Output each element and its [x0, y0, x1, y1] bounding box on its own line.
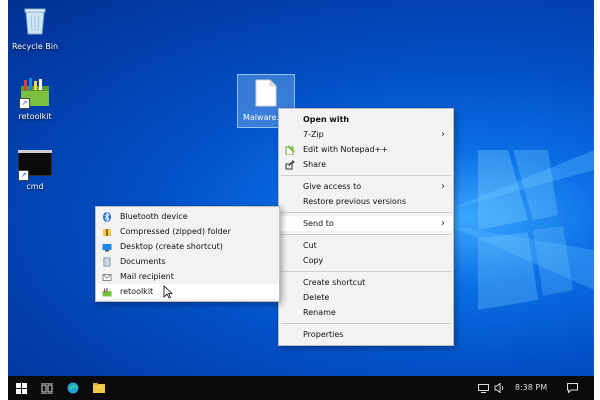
retoolkit-label: retoolkit [18, 112, 52, 121]
menu-item-label: Properties [303, 330, 344, 339]
send-to-bluetooth[interactable]: Bluetooth device [96, 209, 279, 224]
file-explorer-taskbar-button[interactable] [90, 380, 108, 396]
edge-icon [67, 382, 79, 394]
menu-separator [281, 323, 451, 324]
speaker-icon [494, 382, 503, 394]
windows-logo-icon [15, 383, 27, 394]
share-icon [285, 160, 295, 170]
send-to-retoolkit[interactable]: retoolkit [96, 284, 279, 299]
menu-item-label: Delete [303, 293, 330, 302]
chevron-right-icon: › [441, 129, 445, 140]
retoolkit-icon [102, 287, 112, 297]
menu-separator [281, 212, 451, 213]
menu-item-delete[interactable]: Delete [279, 290, 453, 305]
task-view-button[interactable] [38, 380, 56, 396]
menu-item-cut[interactable]: Cut [279, 238, 453, 253]
menu-item-label: Bluetooth device [120, 212, 188, 221]
mail-icon [102, 272, 112, 282]
volume-tray-icon[interactable] [492, 380, 506, 396]
start-button[interactable] [12, 380, 30, 396]
menu-item-label: Give access to [303, 182, 362, 191]
menu-item-send-to[interactable]: Send to › [279, 216, 453, 231]
taskbar-clock[interactable]: 8:38 PM [508, 380, 554, 396]
menu-item-edit-notepadpp[interactable]: Edit with Notepad++ [279, 142, 453, 157]
notification-icon [566, 383, 578, 394]
menu-item-give-access[interactable]: Give access to › [279, 179, 453, 194]
menu-item-label: Desktop (create shortcut) [120, 242, 223, 251]
file-icon [255, 79, 277, 107]
menu-separator [281, 234, 451, 235]
send-to-documents[interactable]: Documents [96, 254, 279, 269]
task-view-icon [41, 382, 53, 395]
menu-item-label: Compressed (zipped) folder [120, 227, 231, 236]
menu-item-label: Open with [303, 115, 350, 124]
menu-item-create-shortcut[interactable]: Create shortcut [279, 275, 453, 290]
menu-item-label: Documents [120, 257, 166, 266]
send-to-compressed-folder[interactable]: Compressed (zipped) folder [96, 224, 279, 239]
menu-item-restore-versions[interactable]: Restore previous versions [279, 194, 453, 209]
retoolkit-desktop-icon[interactable]: ↗ retoolkit [8, 76, 70, 121]
menu-separator [281, 175, 451, 176]
menu-item-label: Cut [303, 241, 317, 250]
recycle-bin-desktop-icon[interactable]: Recycle Bin [8, 6, 70, 51]
network-icon [477, 384, 489, 393]
menu-item-label: Restore previous versions [303, 197, 407, 206]
chevron-right-icon: › [441, 218, 445, 229]
folder-icon [93, 383, 105, 393]
recycle-bin-icon [24, 8, 46, 35]
shortcut-arrow-icon: ↗ [18, 170, 29, 181]
menu-item-open-with[interactable]: Open with [279, 112, 453, 127]
notepadpp-icon [285, 145, 295, 156]
menu-item-label: Mail recipient [120, 272, 174, 281]
bluetooth-icon [102, 211, 112, 223]
menu-item-label: Rename [303, 308, 336, 317]
recycle-bin-label: Recycle Bin [11, 42, 59, 51]
menu-item-label: retoolkit [120, 287, 154, 296]
taskbar: 8:38 PM [8, 376, 594, 400]
cmd-label: cmd [26, 182, 44, 191]
chevron-right-icon: › [441, 181, 445, 192]
menu-item-label: 7-Zip [303, 130, 324, 139]
mouse-cursor-icon [163, 285, 173, 299]
file-context-menu: Open with 7-Zip › Edit with Notepad++ Sha… [278, 108, 454, 346]
menu-item-rename[interactable]: Rename [279, 305, 453, 320]
send-to-mail-recipient[interactable]: Mail recipient [96, 269, 279, 284]
menu-item-share[interactable]: Share [279, 157, 453, 172]
desktop-icon [102, 242, 112, 252]
notifications-button[interactable] [564, 380, 580, 396]
menu-item-copy[interactable]: Copy [279, 253, 453, 268]
zip-folder-icon [102, 227, 112, 237]
send-to-desktop[interactable]: Desktop (create shortcut) [96, 239, 279, 254]
menu-item-label: Send to [303, 219, 334, 228]
documents-icon [102, 257, 112, 267]
send-to-submenu: Bluetooth device Compressed (zipped) fol… [95, 206, 280, 302]
menu-item-label: Copy [303, 256, 324, 265]
menu-separator [281, 271, 451, 272]
edge-taskbar-button[interactable] [64, 380, 82, 396]
menu-item-label: Share [303, 160, 327, 169]
cmd-desktop-icon[interactable]: ↗ cmd [8, 149, 70, 191]
menu-item-7zip[interactable]: 7-Zip › [279, 127, 453, 142]
menu-item-properties[interactable]: Properties [279, 327, 453, 342]
network-tray-icon[interactable] [476, 380, 490, 396]
shortcut-arrow-icon: ↗ [19, 98, 30, 109]
menu-item-label: Create shortcut [303, 278, 366, 287]
menu-item-label: Edit with Notepad++ [303, 145, 388, 154]
